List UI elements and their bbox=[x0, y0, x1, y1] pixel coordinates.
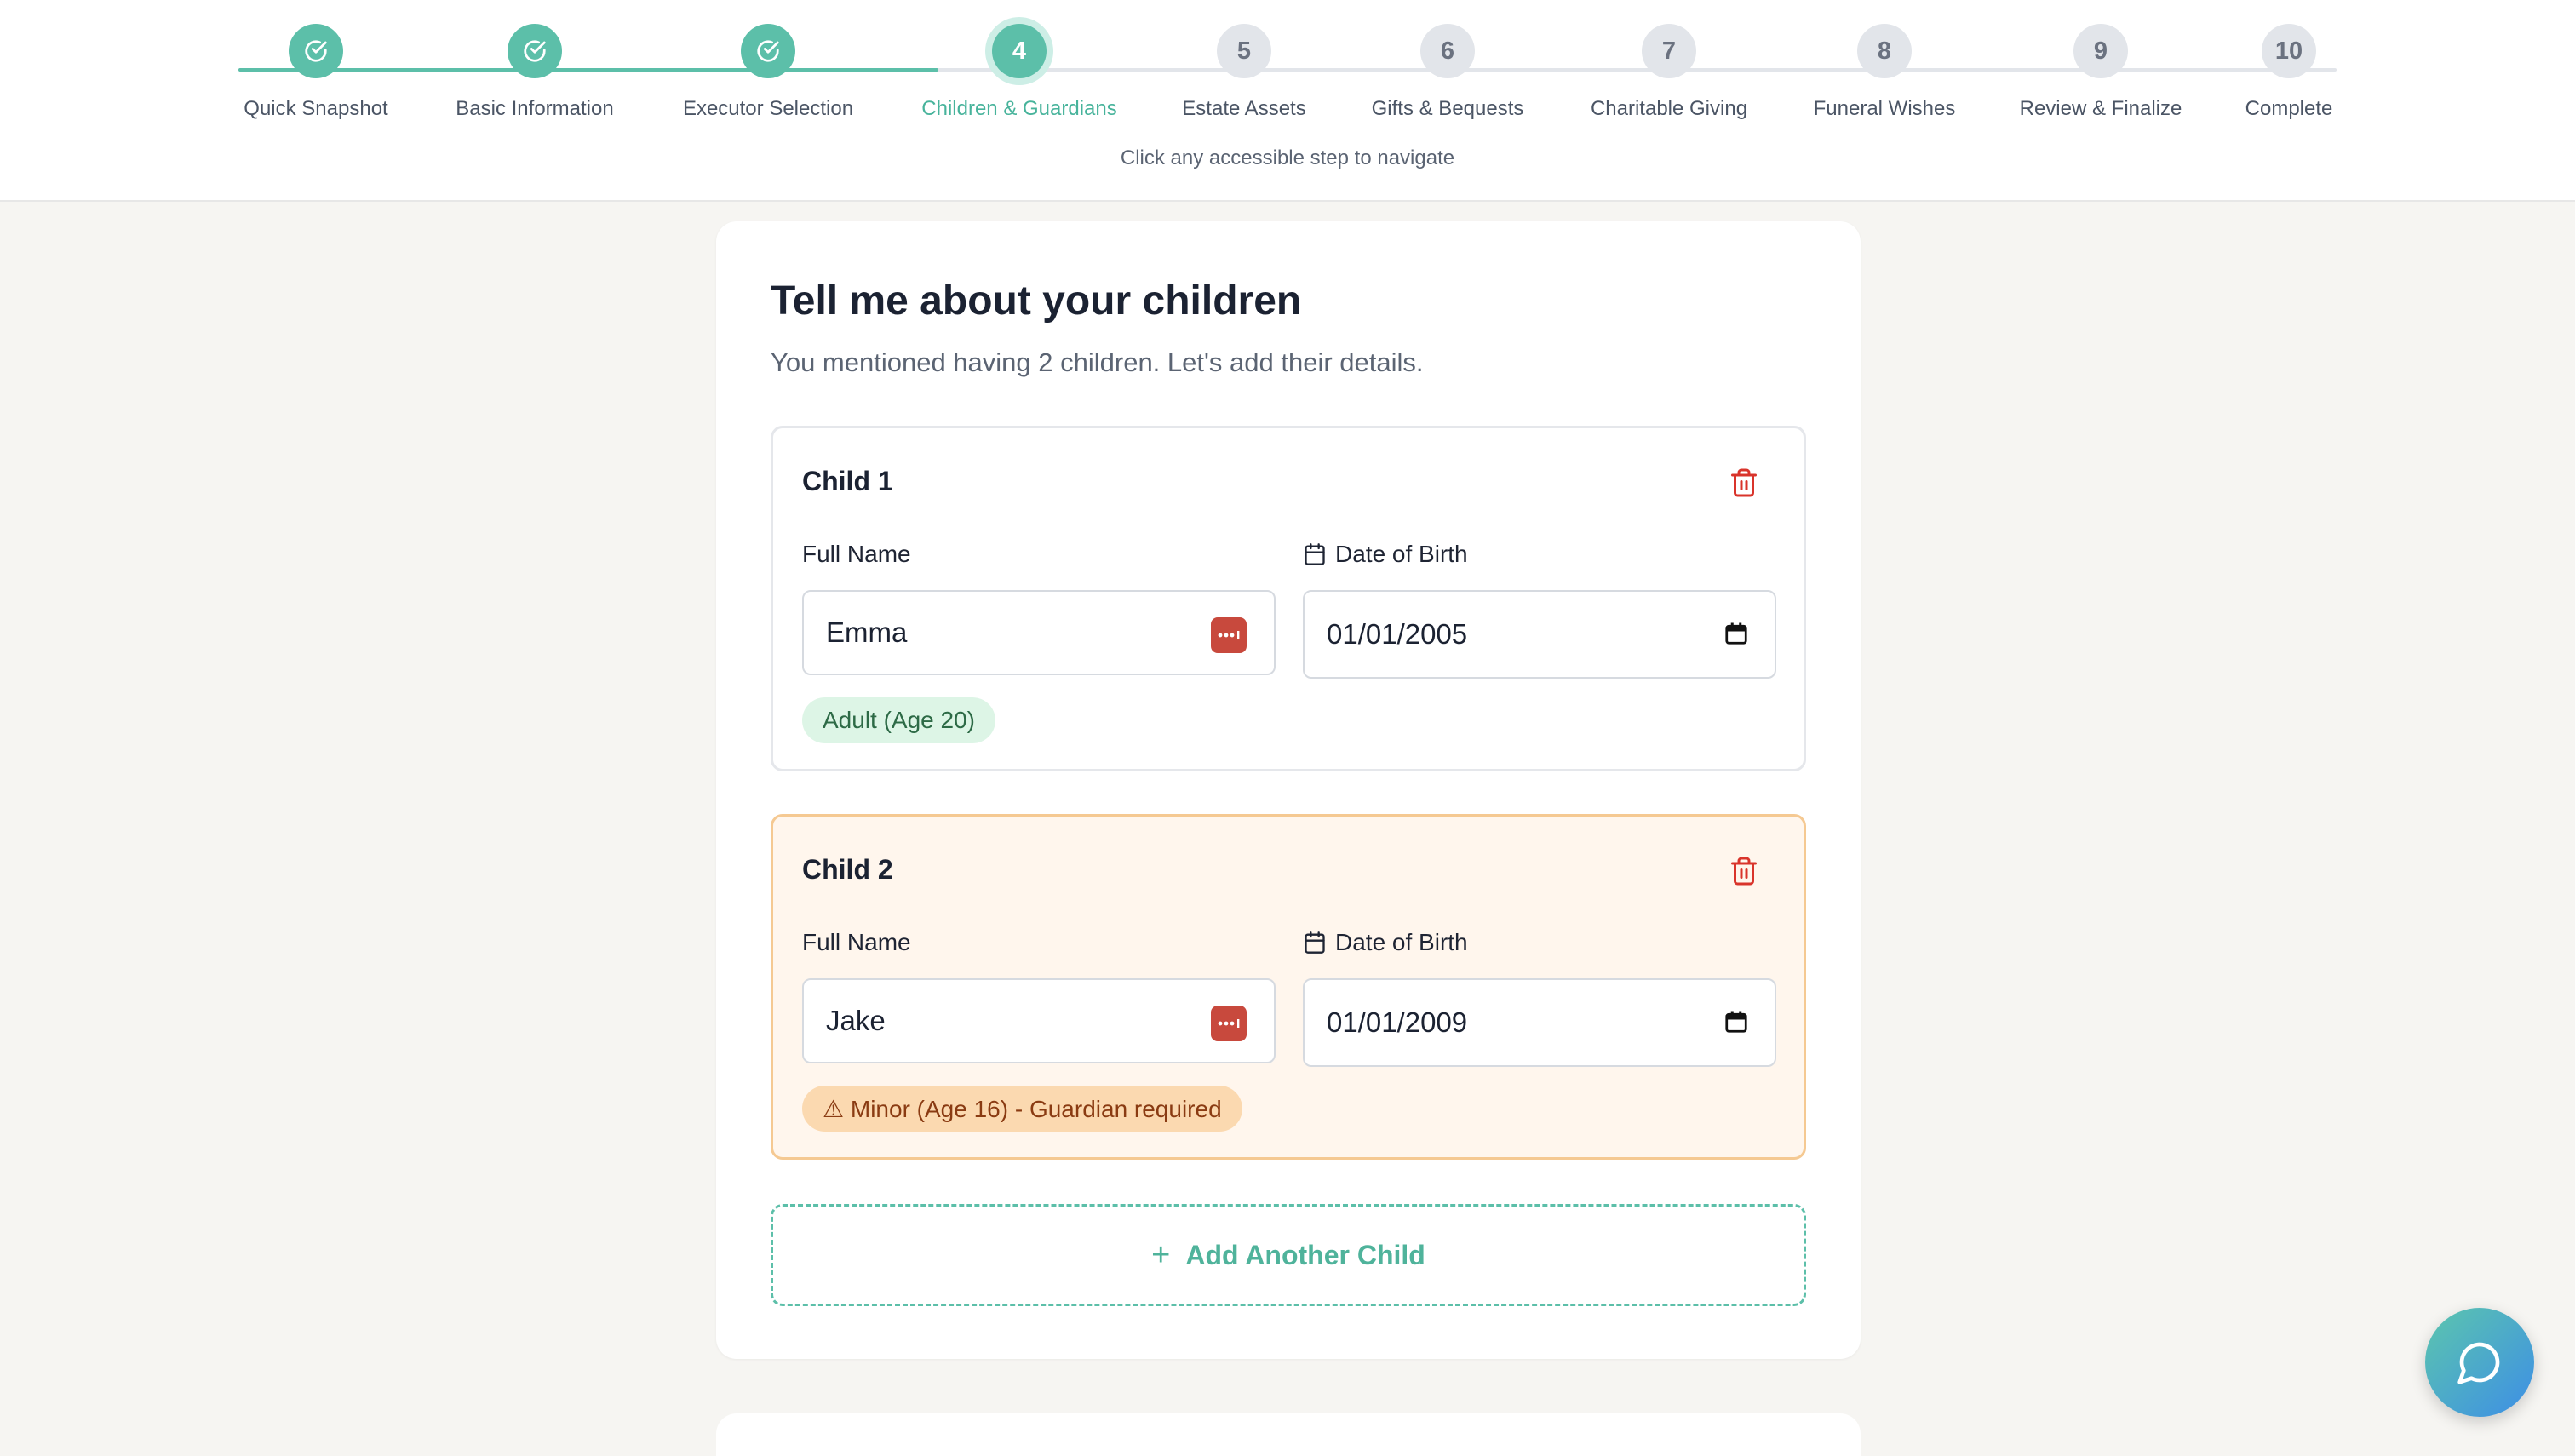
full-name-label: Full Name bbox=[802, 541, 911, 567]
child-card-2: Child 2 Full Name Date of Birth Jake 01/… bbox=[771, 814, 1806, 1160]
step-label: Basic Information bbox=[456, 97, 614, 120]
children-card: Tell me about your children You mentione… bbox=[716, 221, 1861, 1359]
full-name-input[interactable]: Emma bbox=[802, 590, 1276, 675]
date-of-birth-value: 01/01/2005 bbox=[1327, 618, 1468, 650]
step-label: Charitable Giving bbox=[1590, 97, 1748, 120]
step-number: 9 bbox=[2073, 24, 2128, 78]
step-number: 8 bbox=[1857, 24, 1912, 78]
step-label: Children & Guardians bbox=[921, 97, 1117, 120]
calendar-picker-icon[interactable] bbox=[1723, 621, 1749, 653]
next-section-card bbox=[716, 1413, 1861, 1456]
date-of-birth-label: Date of Birth bbox=[1303, 929, 1468, 956]
date-of-birth-text: Date of Birth bbox=[1335, 541, 1468, 567]
plus-icon: + bbox=[1151, 1236, 1171, 1273]
step-number: 7 bbox=[1642, 24, 1696, 78]
step-number: 4 bbox=[992, 24, 1047, 78]
trash-icon[interactable] bbox=[1729, 854, 1759, 888]
step-basic-information[interactable]: Basic Information bbox=[424, 24, 645, 121]
step-quick-snapshot[interactable]: Quick Snapshot bbox=[205, 24, 427, 121]
age-status-badge: ⚠ Minor (Age 16) - Guardian required bbox=[802, 1086, 1242, 1132]
date-of-birth-input[interactable]: 01/01/2009 bbox=[1303, 978, 1776, 1067]
full-name-value: Jake bbox=[826, 1005, 886, 1036]
full-name-input[interactable]: Jake bbox=[802, 978, 1276, 1063]
child-heading: Child 2 bbox=[802, 854, 893, 885]
page-subtitle: You mentioned having 2 children. Let's a… bbox=[771, 347, 1424, 377]
check-circle-icon bbox=[289, 24, 343, 78]
child-card-1: Child 1 Full Name Date of Birth Emma 01/… bbox=[771, 426, 1806, 771]
step-gifts-bequests[interactable]: 6 Gifts & Bequests bbox=[1337, 24, 1558, 121]
step-number: 5 bbox=[1217, 24, 1271, 78]
add-child-button[interactable]: + Add Another Child bbox=[771, 1204, 1806, 1306]
step-label: Complete bbox=[2245, 97, 2333, 120]
check-circle-icon bbox=[741, 24, 795, 78]
page-title: Tell me about your children bbox=[771, 278, 1302, 324]
child-heading: Child 1 bbox=[802, 466, 893, 496]
date-of-birth-input[interactable]: 01/01/2005 bbox=[1303, 590, 1776, 679]
step-children-guardians[interactable]: 4 Children & Guardians bbox=[909, 24, 1130, 121]
password-manager-icon[interactable] bbox=[1211, 1006, 1247, 1041]
step-number: 6 bbox=[1420, 24, 1475, 78]
step-label: Estate Assets bbox=[1182, 97, 1306, 120]
trash-icon[interactable] bbox=[1729, 466, 1759, 500]
full-name-label: Full Name bbox=[802, 929, 911, 955]
step-estate-assets[interactable]: 5 Estate Assets bbox=[1133, 24, 1355, 121]
calendar-icon bbox=[1305, 931, 1325, 954]
step-label: Quick Snapshot bbox=[244, 97, 388, 120]
step-label: Gifts & Bequests bbox=[1371, 97, 1524, 120]
step-number: 10 bbox=[2262, 24, 2316, 78]
step-funeral-wishes[interactable]: 8 Funeral Wishes bbox=[1774, 24, 1995, 121]
add-child-label: Add Another Child bbox=[1185, 1239, 1425, 1270]
calendar-icon bbox=[1305, 543, 1325, 565]
step-executor-selection[interactable]: Executor Selection bbox=[657, 24, 879, 121]
step-complete[interactable]: 10 Complete bbox=[2178, 24, 2400, 121]
progress-stepper: Quick Snapshot Basic Information Executo… bbox=[0, 0, 2575, 202]
step-charitable-giving[interactable]: 7 Charitable Giving bbox=[1558, 24, 1780, 121]
date-of-birth-value: 01/01/2009 bbox=[1327, 1006, 1468, 1038]
step-label: Review & Finalize bbox=[2019, 97, 2182, 120]
date-of-birth-text: Date of Birth bbox=[1335, 929, 1468, 955]
age-status-badge: Adult (Age 20) bbox=[802, 697, 995, 743]
password-manager-icon[interactable] bbox=[1211, 617, 1247, 653]
full-name-value: Emma bbox=[826, 616, 908, 648]
step-label: Executor Selection bbox=[682, 97, 854, 120]
step-label: Funeral Wishes bbox=[1813, 97, 1956, 120]
date-of-birth-label: Date of Birth bbox=[1303, 541, 1468, 568]
check-circle-icon bbox=[508, 24, 562, 78]
chat-bubble-icon[interactable] bbox=[2425, 1308, 2534, 1417]
calendar-picker-icon[interactable] bbox=[1723, 1009, 1749, 1041]
stepper-hint: Click any accessible step to navigate bbox=[1120, 146, 1455, 169]
